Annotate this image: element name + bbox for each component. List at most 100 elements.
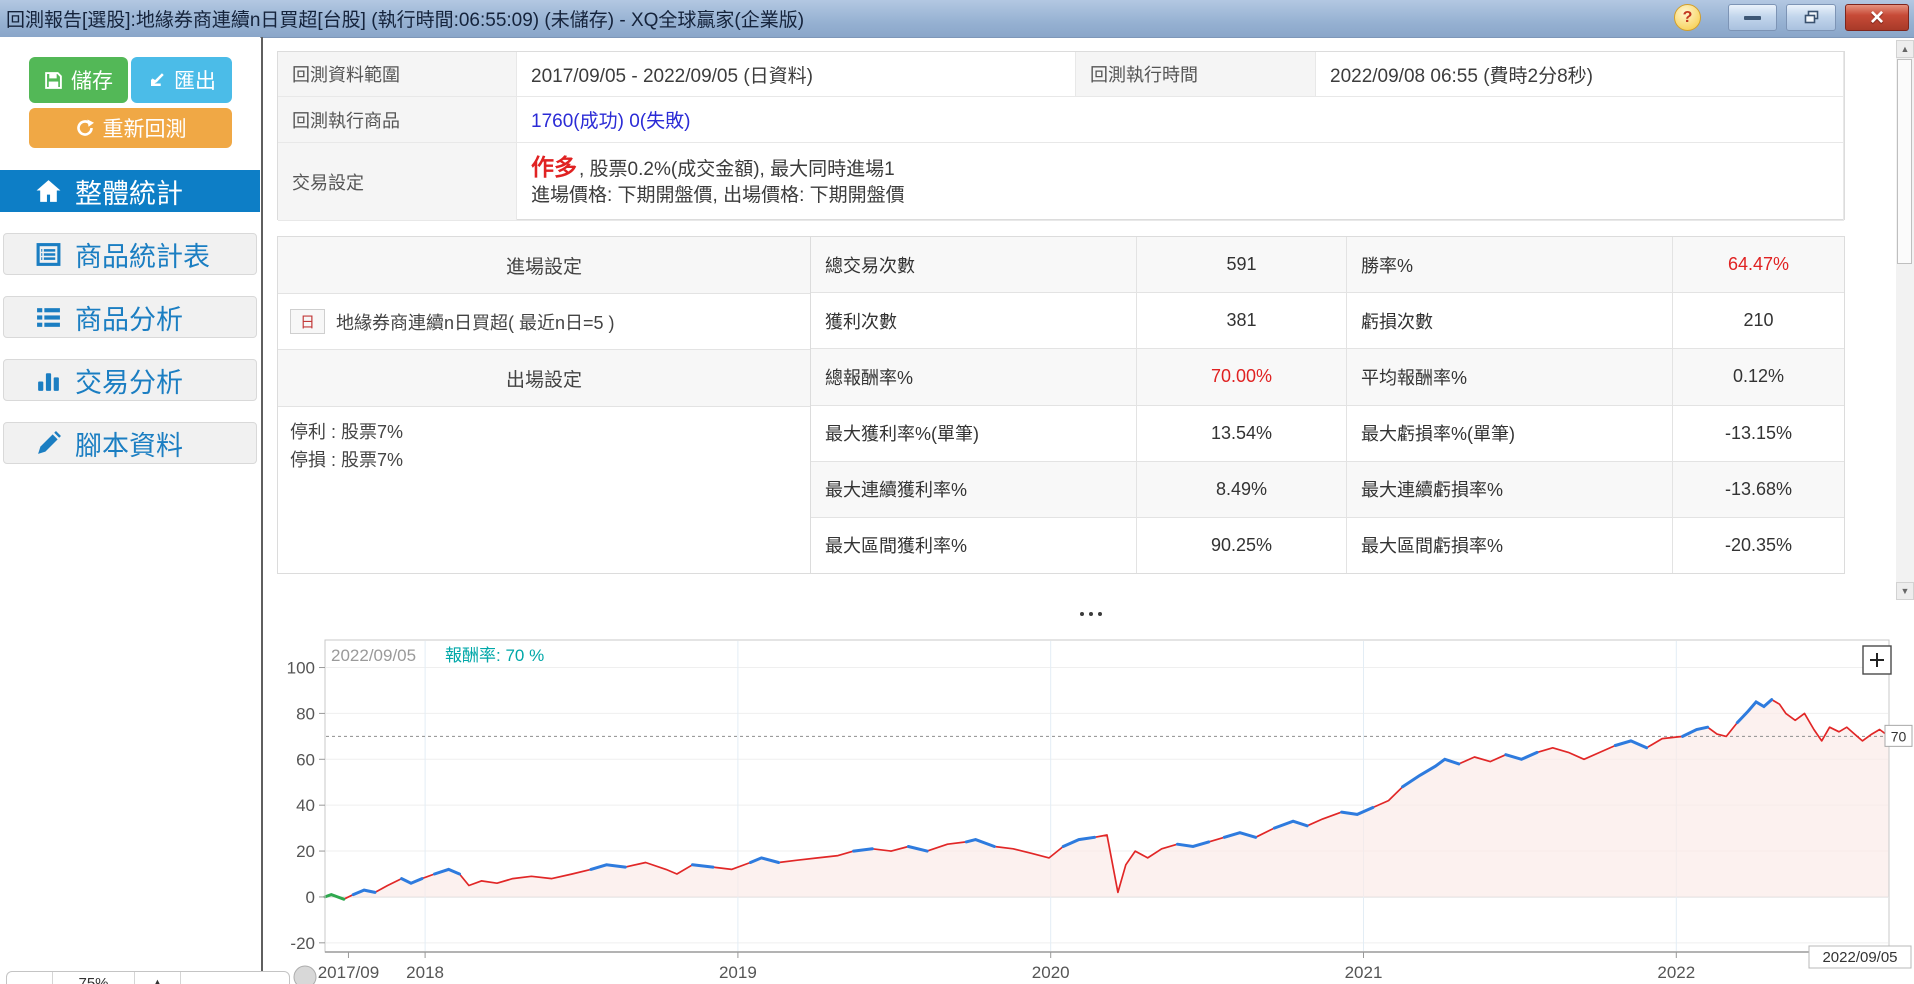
stat-label: 最大獲利率%(單筆) xyxy=(811,405,1137,461)
range-value: 2017/09/05 - 2022/09/05 (日資料) xyxy=(517,52,1076,97)
trade-direction: 作多 xyxy=(531,154,577,180)
entry-exit-panel: 進場設定 日 地緣券商連續n日買超( 最近n日=5 ) 出場設定 停利 : 股票… xyxy=(277,236,811,574)
x-tick-label: 2022 xyxy=(1657,963,1695,982)
stat-value: -13.15% xyxy=(1724,422,1793,443)
window-controls: ? × xyxy=(1674,4,1909,31)
sidebar-item-label: 商品統計表 xyxy=(75,241,210,272)
export-icon xyxy=(151,72,164,86)
take-profit-rule: 停利 : 股票7% xyxy=(290,422,404,442)
x-tick-label: 2021 xyxy=(1345,963,1383,982)
sidebar-item-4[interactable]: 腳本資料 xyxy=(3,422,257,464)
stat-value: 70.00% xyxy=(1137,349,1347,405)
zoom-level-value: 75% xyxy=(53,972,135,984)
bar-chart-icon xyxy=(35,367,62,394)
symbols-value[interactable]: 1760(成功) 0(失敗) xyxy=(517,97,1844,143)
backtest-info-table: 回測資料範圍 2017/09/05 - 2022/09/05 (日資料) 回測執… xyxy=(277,51,1845,221)
minimize-button[interactable] xyxy=(1728,4,1777,31)
trade-setting-label: 交易設定 xyxy=(278,143,517,221)
content-divider xyxy=(261,37,263,984)
refresh-icon xyxy=(76,119,94,136)
exit-settings-header: 出場設定 xyxy=(278,350,810,407)
sidebar-item-label: 整體統計 xyxy=(75,178,183,209)
stat-value: 13.54% xyxy=(1137,405,1347,461)
stat-value: 381 xyxy=(1137,293,1347,349)
y-tick-label: 0 xyxy=(306,888,315,907)
stat-value: 591 xyxy=(1137,237,1347,293)
scrollbar-thumb[interactable] xyxy=(1897,59,1912,264)
scroll-up-button[interactable]: ▲ xyxy=(1896,40,1914,58)
close-icon: × xyxy=(1869,3,1884,31)
end-date-label: 2022/09/05 xyxy=(1822,949,1897,966)
equity-curve-chart: -20 0 20 40 60 80 100 2017/09 2018 2019 2020 2021 20… xyxy=(265,630,1914,984)
trade-setting-line2: 進場價格: 下期開盤價, 出場價格: 下期開盤價 xyxy=(531,185,905,206)
x-tick-label: 2018 xyxy=(406,963,444,982)
vertical-scrollbar[interactable]: ▲ ▼ xyxy=(1896,40,1914,600)
table-icon xyxy=(35,241,62,268)
splitter-handle[interactable] xyxy=(1080,612,1102,616)
exec-time-value: 2022/09/08 06:55 (費時2分8秒) xyxy=(1316,52,1844,97)
legend-return: 報酬率: 70 % xyxy=(445,646,544,665)
chart-zoom-control[interactable]: 75% ▲ xyxy=(6,971,290,984)
rerun-backtest-button[interactable]: 重新回測 xyxy=(29,108,232,148)
minimize-icon xyxy=(1744,15,1761,20)
close-button[interactable]: × xyxy=(1845,4,1909,31)
x-tick-label: 2017/09 xyxy=(318,963,379,982)
home-icon xyxy=(35,178,62,205)
scroll-down-button[interactable]: ▼ xyxy=(1896,582,1914,600)
trade-setting-value: 作多, 股票0.2%(成交金額), 最大同時進場1 進場價格: 下期開盤價, 出… xyxy=(517,143,1844,221)
backtest-report-window: 回測報告[選股]:地緣券商連續n日買超[台股] (執行時間:06:55:09) … xyxy=(0,0,1914,984)
range-label: 回測資料範圍 xyxy=(278,52,517,97)
exec-time-label: 回測執行時間 xyxy=(1076,52,1316,97)
daily-frequency-badge: 日 xyxy=(290,309,326,334)
y-tick-label: 60 xyxy=(296,750,315,769)
stats-row: 最大連續獲利率% 8.49% 最大連續虧損率% -13.68% xyxy=(811,461,1844,518)
help-button[interactable]: ? xyxy=(1674,4,1701,31)
zoom-out-button[interactable] xyxy=(7,972,53,984)
sidebar-item-label: 商品分析 xyxy=(75,304,183,335)
stat-label: 平均報酬率% xyxy=(1347,349,1673,405)
x-tick-label: 2019 xyxy=(719,963,757,982)
y-tick-label: 40 xyxy=(296,796,315,815)
chart-scroll-handle[interactable] xyxy=(293,965,317,984)
sidebar-item-3[interactable]: 交易分析 xyxy=(3,359,257,401)
sidebar-item-0[interactable]: 整體統計 xyxy=(0,170,260,212)
trade-setting-line1: 作多, 股票0.2%(成交金額), 最大同時進場1 xyxy=(531,154,895,183)
stats-row: 最大區間獲利率% 90.25% 最大區間虧損率% -20.35% xyxy=(811,517,1844,574)
stat-label: 勝率% xyxy=(1347,237,1673,293)
pencil-icon xyxy=(35,430,62,457)
export-button[interactable]: 匯出 xyxy=(131,57,232,103)
entry-rule-text: 地緣券商連續n日買超( 最近n日=5 ) xyxy=(336,312,615,333)
stat-label: 總報酬率% xyxy=(811,349,1137,405)
sidebar: 儲存 匯出 重新回測 整體統計商品統計表商品分析交易分析腳本資料 xyxy=(0,37,260,984)
legend-date: 2022/09/05 xyxy=(331,646,416,665)
floppy-icon xyxy=(45,71,62,89)
stats-row: 獲利次數 381 虧損次數 210 xyxy=(811,293,1844,350)
stat-value: 210 xyxy=(1743,310,1774,331)
rerun-label: 重新回測 xyxy=(102,118,187,141)
zoom-control-spacer xyxy=(181,972,289,984)
stats-row: 最大獲利率%(單筆) 13.54% 最大虧損率%(單筆) -13.15% xyxy=(811,405,1844,462)
window-title: 回測報告[選股]:地緣券商連續n日買超[台股] (執行時間:06:55:09) … xyxy=(6,10,805,31)
stat-label: 最大連續獲利率% xyxy=(811,461,1137,517)
entry-settings-header: 進場設定 xyxy=(278,237,810,294)
sidebar-item-1[interactable]: 商品統計表 xyxy=(3,233,257,275)
y-tick-label: 80 xyxy=(296,704,315,723)
stat-value: -20.35% xyxy=(1724,534,1793,555)
list-icon xyxy=(35,304,62,331)
restore-icon xyxy=(1804,10,1818,24)
sidebar-item-2[interactable]: 商品分析 xyxy=(3,296,257,338)
stat-value: 90.25% xyxy=(1137,517,1347,574)
entry-rule-row: 日 地緣券商連續n日買超( 最近n日=5 ) xyxy=(278,294,810,350)
stat-value: -13.68% xyxy=(1724,478,1793,499)
titlebar: 回測報告[選股]:地緣券商連續n日買超[台股] (執行時間:06:55:09) … xyxy=(0,0,1914,38)
save-button[interactable]: 儲存 xyxy=(29,57,128,103)
x-tick-label: 2020 xyxy=(1032,963,1070,982)
sidebar-item-label: 腳本資料 xyxy=(75,430,183,461)
stat-value: 64.47% xyxy=(1727,254,1790,275)
sidebar-item-label: 交易分析 xyxy=(75,367,183,398)
stop-loss-rule: 停損 : 股票7% xyxy=(290,450,404,470)
export-label: 匯出 xyxy=(174,70,216,93)
zoom-arrow-button[interactable]: ▲ xyxy=(135,972,181,984)
restore-button[interactable] xyxy=(1786,4,1836,31)
trade-params: , 股票0.2%(成交金額), 最大同時進場1 xyxy=(579,159,895,180)
